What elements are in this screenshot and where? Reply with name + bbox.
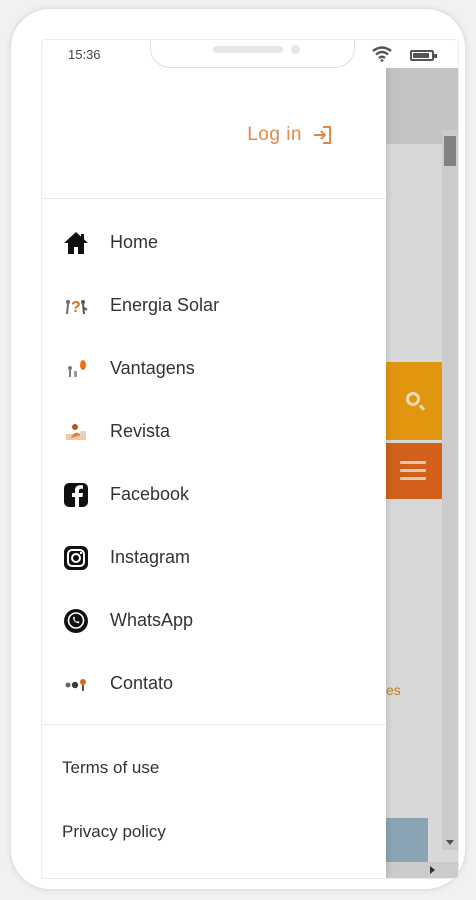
home-icon bbox=[62, 229, 90, 257]
front-camera bbox=[291, 45, 300, 54]
drawer-header: Log in bbox=[42, 68, 386, 199]
phone-frame: 15:36 es Log in Home ? Energia Solar Van… bbox=[10, 8, 466, 890]
menu-item-vantagens[interactable]: Vantagens bbox=[42, 337, 386, 400]
advantages-icon bbox=[62, 355, 90, 383]
menu-item-label: Instagram bbox=[110, 547, 191, 567]
menu-item-whatsapp[interactable]: WhatsApp bbox=[42, 589, 386, 652]
speaker-grille bbox=[213, 46, 283, 53]
menu-item-revista[interactable]: Revista bbox=[42, 400, 386, 463]
menu-item-instagram[interactable]: Instagram bbox=[42, 526, 386, 589]
navigation-drawer: Log in Home ? Energia Solar Vantagens Re… bbox=[42, 68, 386, 878]
menu-item-label: Contato bbox=[110, 673, 174, 693]
menu-item-label: Home bbox=[110, 232, 159, 252]
solar-energy-icon: ? bbox=[62, 292, 90, 320]
facebook-icon bbox=[62, 481, 90, 509]
contact-icon bbox=[62, 670, 90, 698]
menu-list: Home ? Energia Solar Vantagens Revista F… bbox=[42, 211, 386, 715]
status-time: 15:36 bbox=[68, 47, 101, 62]
drawer-divider bbox=[42, 724, 386, 725]
menu-item-label: Facebook bbox=[110, 484, 190, 504]
battery-icon bbox=[410, 50, 437, 61]
menu-item-label: Revista bbox=[110, 421, 171, 441]
menu-item-label: WhatsApp bbox=[110, 610, 194, 630]
menu-item-label: Vantagens bbox=[110, 358, 195, 378]
phone-screen: 15:36 es Log in Home ? Energia Solar Van… bbox=[41, 39, 459, 879]
login-label: Log in bbox=[247, 124, 302, 145]
status-bar: 15:36 bbox=[42, 40, 458, 68]
menu-item-facebook[interactable]: Facebook bbox=[42, 463, 386, 526]
magazine-icon bbox=[62, 418, 90, 446]
menu-item-energia-solar[interactable]: ? Energia Solar bbox=[42, 274, 386, 337]
menu-item-label: Energia Solar bbox=[110, 295, 220, 315]
menu-item-contato[interactable]: Contato bbox=[42, 652, 386, 715]
privacy-policy-link[interactable]: Privacy policy bbox=[62, 822, 166, 842]
menu-item-home[interactable]: Home bbox=[42, 211, 386, 274]
terms-of-use-link[interactable]: Terms of use bbox=[62, 758, 159, 778]
phone-notch bbox=[150, 40, 355, 68]
svg-text:?: ? bbox=[71, 299, 81, 316]
whatsapp-icon bbox=[62, 607, 90, 635]
login-icon bbox=[314, 126, 331, 144]
wifi-icon bbox=[372, 46, 392, 62]
login-button[interactable]: Log in bbox=[247, 124, 332, 146]
instagram-icon bbox=[62, 544, 90, 572]
